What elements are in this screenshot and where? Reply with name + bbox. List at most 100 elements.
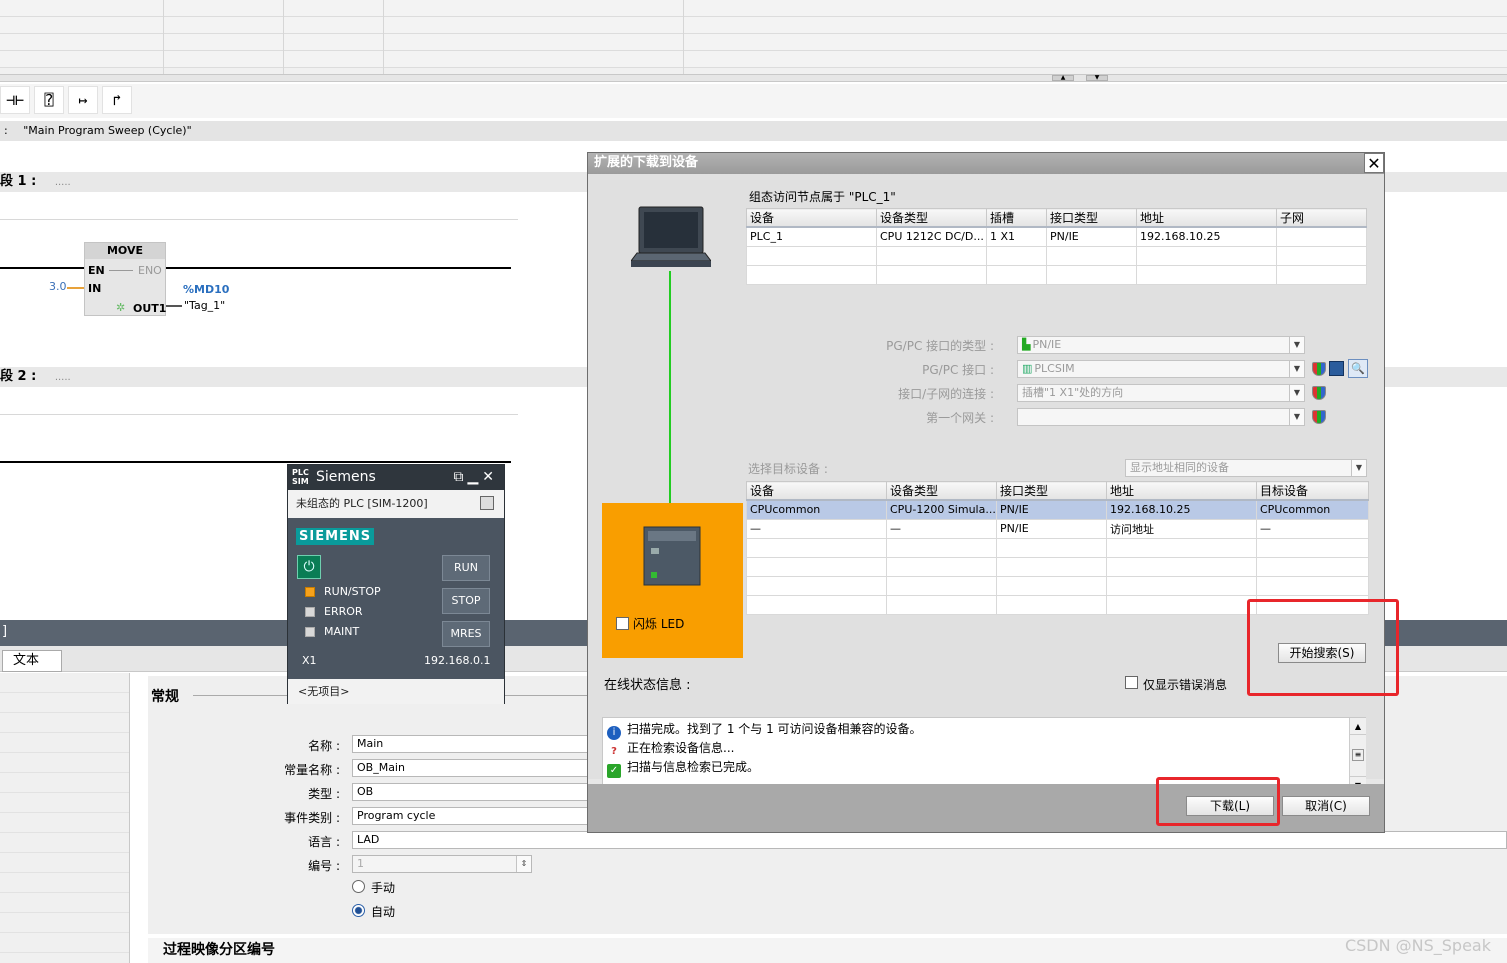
network-2-label: 段 2 : (0, 369, 37, 384)
list-item: i 扫描完成。找到了 1 个与 1 可访问设备相兼容的设备。 (607, 720, 922, 740)
close-icon[interactable]: ✕ (482, 469, 498, 485)
properties-icon[interactable] (1329, 361, 1344, 376)
flash-led-label: 闪烁 LED (633, 617, 685, 631)
network-icon: ▙ (1022, 338, 1031, 351)
plcsim-subtitle: 未组态的 PLC [SIM-1200] (296, 497, 428, 510)
table-row[interactable]: — — PN/IE 访问地址 — (746, 518, 1369, 539)
open-branch-icon[interactable]: ↦ (68, 86, 98, 114)
col-interface-type[interactable]: 接口类型 (1046, 208, 1137, 228)
info-icon: i (607, 726, 621, 740)
chevron-down-icon: ▼ (1289, 409, 1304, 425)
cell-address: 访问地址 (1106, 518, 1257, 539)
restore-icon[interactable]: ⧉ (453, 469, 467, 485)
search-device-icon: ? (607, 745, 621, 759)
dialog-titlebar[interactable]: 扩展的下载到设备 ✕ (588, 153, 1384, 174)
properties-nav (0, 673, 130, 963)
col-subnet[interactable]: 子网 (1276, 208, 1367, 228)
first-gateway-select[interactable]: ▼ (1017, 408, 1305, 426)
col-device[interactable]: 设备 (746, 208, 877, 228)
errors-only-label: 仅显示错误消息 (1143, 678, 1228, 692)
status-message: 正在检索设备信息... (627, 741, 735, 755)
constant-name-field[interactable]: OB_Main (352, 759, 592, 777)
status-scrollbar[interactable]: ▲ ≡ ▼ (1349, 718, 1366, 793)
plcsim-ip: 192.168.0.1 (424, 654, 491, 667)
cell-interface-type: PN/IE (996, 518, 1107, 539)
col-target-device[interactable]: 目标设备 (1256, 481, 1369, 501)
minimize-icon[interactable]: ▁ (467, 469, 482, 485)
table-row[interactable]: PLC_1 CPU 1212C DC/D... 1 X1 PN/IE 192.1… (746, 226, 1367, 247)
diagnose-icon[interactable]: 🔍 (1348, 359, 1368, 378)
plcsim-title: Siemens (316, 469, 376, 485)
tab-text[interactable]: 文本 (2, 650, 62, 672)
cell-target-device: — (1256, 518, 1369, 539)
col-device-type[interactable]: 设备类型 (876, 208, 987, 228)
check-icon: ✓ (607, 764, 621, 778)
stop-button[interactable]: STOP (442, 588, 490, 614)
close-branch-icon[interactable]: ↱ (102, 86, 132, 114)
in-operand[interactable]: 3.0 (49, 280, 67, 293)
pgpc-interface-label: PG/PC 接口 : (922, 363, 994, 377)
plcsim-port: X1 (302, 654, 317, 667)
box-icon[interactable]: ⍰ (34, 86, 64, 114)
scroll-up-icon[interactable]: ▲ (1350, 718, 1366, 735)
scroll-thumb[interactable]: ≡ (1352, 749, 1364, 761)
number-stepper-icon[interactable]: ⇕ (516, 856, 531, 872)
event-class-field[interactable]: Program cycle (352, 807, 592, 825)
plcsim-subtitle-bar: 未组态的 PLC [SIM-1200] (288, 490, 504, 518)
block-title-prefix: : (4, 124, 8, 137)
col-address[interactable]: 地址 (1136, 208, 1277, 228)
status-message: 扫描完成。找到了 1 个与 1 可访问设备相兼容的设备。 (627, 722, 922, 736)
move-instruction[interactable]: MOVE EN ENO IN ✲ OUT1 (84, 242, 166, 316)
target-filter-select[interactable]: 显示地址相同的设备 ▼ (1125, 459, 1367, 477)
pgpc-type-select[interactable]: ▙ PN/IE ▼ (1017, 336, 1305, 354)
mres-button[interactable]: MRES (442, 621, 490, 647)
dialog-close-icon[interactable]: ✕ (1364, 153, 1384, 173)
col-interface-type[interactable]: 接口类型 (996, 481, 1107, 501)
contact-icon[interactable]: ⊣⊢ (0, 86, 30, 114)
plcsim-logo-icon: PLC SIM (292, 468, 309, 486)
network-2-comment[interactable]: ..... (55, 372, 71, 383)
splitter[interactable]: ▲ ▼ (0, 74, 1507, 82)
plcsim-titlebar[interactable]: PLC SIM Siemens ⧉▁✕ (288, 465, 504, 490)
ladder-toolbar: ⊣⊢ ⍰ ↦ ↱ (0, 84, 1507, 118)
run-button[interactable]: RUN (442, 555, 490, 581)
cell-slot: 1 X1 (986, 226, 1047, 247)
col-device[interactable]: 设备 (746, 481, 887, 501)
col-address[interactable]: 地址 (1106, 481, 1257, 501)
col-slot[interactable]: 插槽 (986, 208, 1047, 228)
pgpc-interface-select[interactable]: ▥ PLCSIM ▼ (1017, 360, 1305, 378)
splitter-up-icon[interactable]: ▲ (1052, 75, 1074, 81)
cell-device-type: CPU 1212C DC/D... (876, 226, 987, 247)
target-table: 设备 设备类型 接口类型 地址 目标设备 CPUcommon CPU-1200 … (746, 481, 1369, 615)
errors-only-checkbox[interactable] (1125, 676, 1138, 689)
en-pin: EN (88, 264, 105, 277)
radio-manual[interactable] (352, 880, 365, 893)
name-field[interactable]: Main (352, 735, 592, 753)
network-1-comment[interactable]: ..... (55, 177, 71, 188)
maint-led (305, 627, 315, 637)
col-device-type[interactable]: 设备类型 (886, 481, 997, 501)
out-tag[interactable]: "Tag_1" (184, 299, 225, 312)
subnet-connection-select[interactable]: 插槽"1 X1"处的方向 ▼ (1017, 384, 1305, 402)
plcsim-panel-icon[interactable] (480, 496, 494, 510)
run-stop-led (305, 587, 315, 597)
cancel-button[interactable]: 取消(C) (1282, 796, 1370, 816)
table-row[interactable]: CPUcommon CPU-1200 Simula... PN/IE 192.1… (746, 499, 1369, 520)
splitter-down-icon[interactable]: ▼ (1086, 75, 1108, 81)
type-field[interactable]: OB (352, 783, 592, 801)
language-field[interactable]: LAD (352, 831, 1507, 849)
divider (0, 414, 518, 415)
target-device-area: 闪烁 LED (602, 503, 743, 658)
event-class-label: 事件类别 : (284, 811, 340, 825)
flash-led-checkbox[interactable] (616, 617, 629, 630)
error-label: ERROR (324, 605, 363, 618)
siemens-logo: SIEMENS (296, 528, 375, 545)
network-1-label: 段 1 : (0, 174, 37, 189)
target-filter-value: 显示地址相同的设备 (1130, 461, 1229, 474)
radio-auto[interactable] (352, 904, 365, 917)
out-address[interactable]: %MD10 (183, 283, 229, 296)
number-field[interactable]: 1 ⇕ (352, 855, 532, 873)
radio-auto-label: 自动 (371, 905, 396, 919)
power-icon[interactable]: ⏻ (297, 555, 321, 579)
run-stop-label: RUN/STOP (324, 585, 381, 598)
